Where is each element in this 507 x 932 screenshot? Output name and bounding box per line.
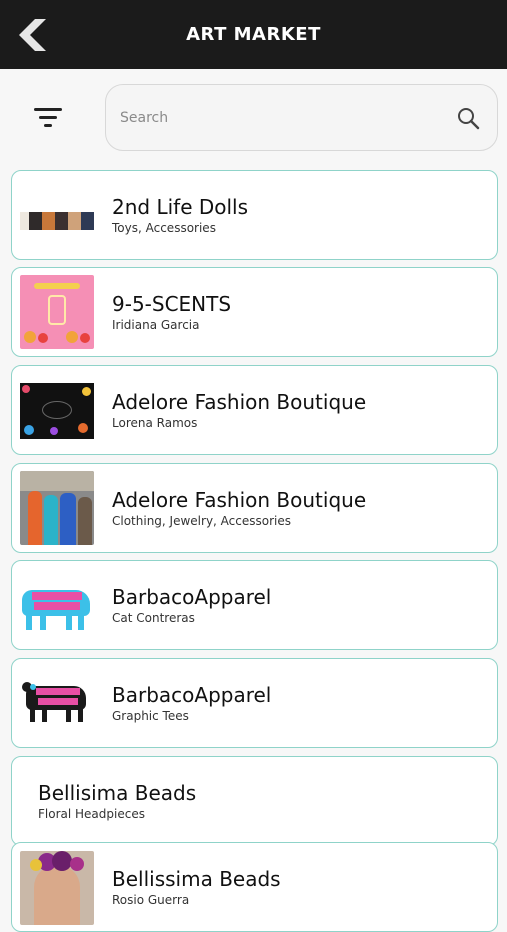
vendor-name: Adelore Fashion Boutique bbox=[112, 389, 367, 414]
vendor-card[interactable]: 2nd Life Dolls Toys, Accessories bbox=[11, 170, 498, 260]
vendor-name: Adelore Fashion Boutique bbox=[112, 487, 367, 512]
chevron-left-icon bbox=[19, 19, 46, 51]
vendor-name: Bellissima Beads bbox=[112, 866, 281, 891]
vendor-card[interactable]: BarbacoApparel Cat Contreras bbox=[11, 560, 498, 650]
floral-black-logo bbox=[20, 373, 94, 447]
top-app-bar: ART MARKET bbox=[0, 0, 507, 69]
vendor-name: Bellisima Beads bbox=[38, 780, 197, 805]
vendor-name: 2nd Life Dolls bbox=[112, 194, 249, 219]
vendor-card[interactable]: Adelore Fashion Boutique Lorena Ramos bbox=[11, 365, 498, 455]
page-title: ART MARKET bbox=[186, 24, 321, 45]
vendor-subtitle: Toys, Accessories bbox=[112, 220, 216, 235]
vendor-card[interactable]: Adelore Fashion Boutique Clothing, Jewel… bbox=[11, 463, 498, 553]
back-button[interactable] bbox=[14, 18, 48, 52]
filter-icon bbox=[34, 108, 62, 127]
search-input[interactable] bbox=[120, 109, 455, 126]
people-booth-photo bbox=[20, 471, 94, 545]
search-bar[interactable] bbox=[105, 84, 498, 151]
search-icon[interactable] bbox=[455, 105, 481, 131]
vendor-subtitle: Lorena Ramos bbox=[112, 415, 198, 430]
pink-candle-logo bbox=[20, 275, 94, 349]
vendor-subtitle: Iridiana Garcia bbox=[112, 317, 200, 332]
vendor-subtitle: Floral Headpieces bbox=[38, 806, 145, 821]
vendor-name: 9-5-SCENTS bbox=[112, 291, 232, 316]
black-cow-logo bbox=[20, 666, 94, 740]
vendor-card[interactable]: Bellisima Beads Floral Headpieces bbox=[11, 756, 498, 846]
vendor-card[interactable]: 9-5-SCENTS Iridiana Garcia bbox=[11, 267, 498, 357]
vendor-subtitle: Cat Contreras bbox=[112, 610, 195, 625]
vendor-card[interactable]: BarbacoApparel Graphic Tees bbox=[11, 658, 498, 748]
vendor-subtitle: Graphic Tees bbox=[112, 708, 189, 723]
vendor-subtitle: Clothing, Jewelry, Accessories bbox=[112, 513, 291, 528]
blue-cow-logo bbox=[20, 568, 94, 642]
dolls-strip-photo bbox=[20, 178, 94, 252]
flower-crown-photo bbox=[20, 851, 94, 925]
vendor-name: BarbacoApparel bbox=[112, 584, 272, 609]
vendor-card[interactable]: Bellissima Beads Rosio Guerra bbox=[11, 842, 498, 932]
vendor-name: BarbacoApparel bbox=[112, 682, 272, 707]
filter-button[interactable] bbox=[28, 100, 68, 134]
